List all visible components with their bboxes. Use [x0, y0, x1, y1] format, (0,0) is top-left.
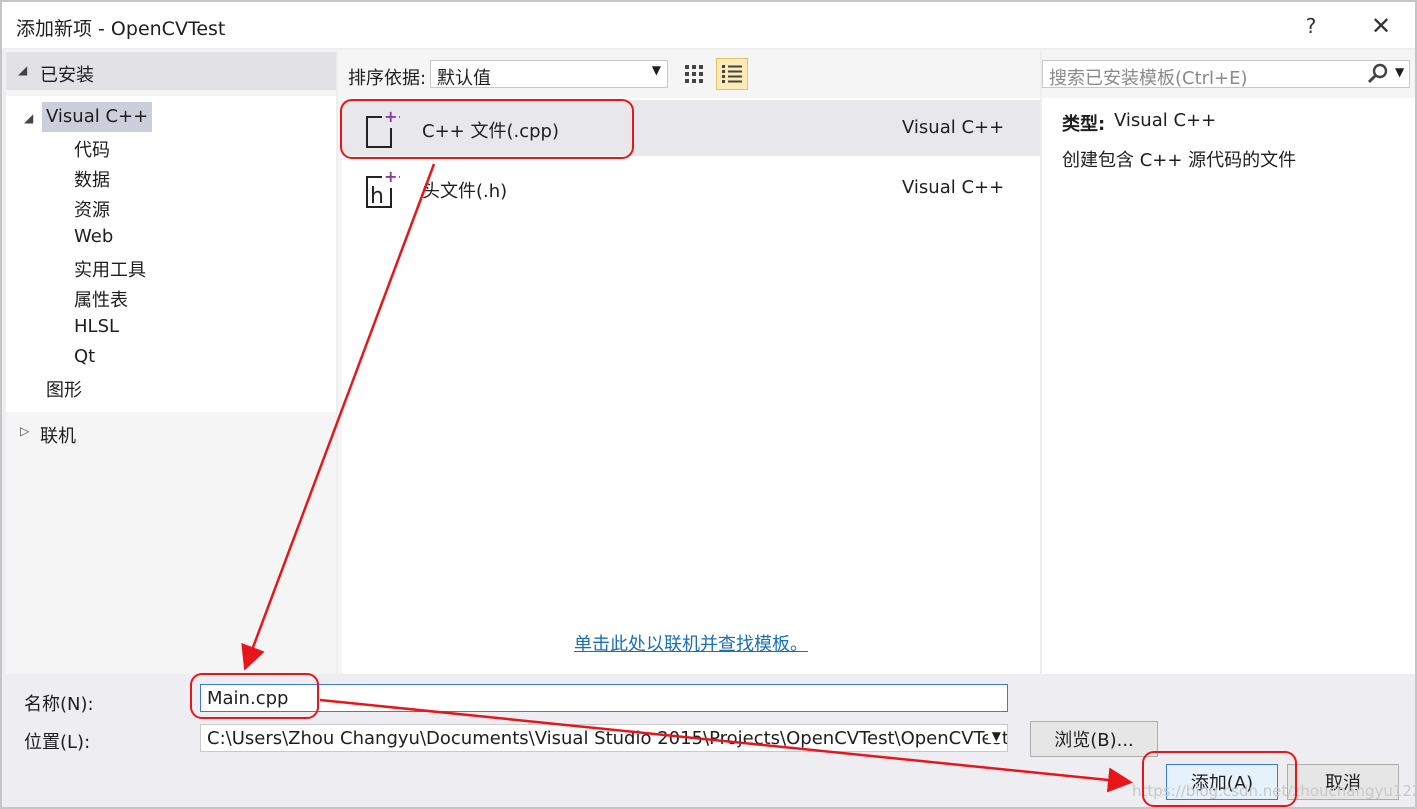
arrow-to-add-button — [319, 698, 1133, 793]
add-new-item-dialog: 添加新项 - OpenCVTest ? ✕ ◢ 已安装 ◢ Visual C++… — [0, 0, 1417, 809]
arrow-to-name-field — [241, 163, 436, 671]
annotation-arrows — [241, 163, 1133, 793]
